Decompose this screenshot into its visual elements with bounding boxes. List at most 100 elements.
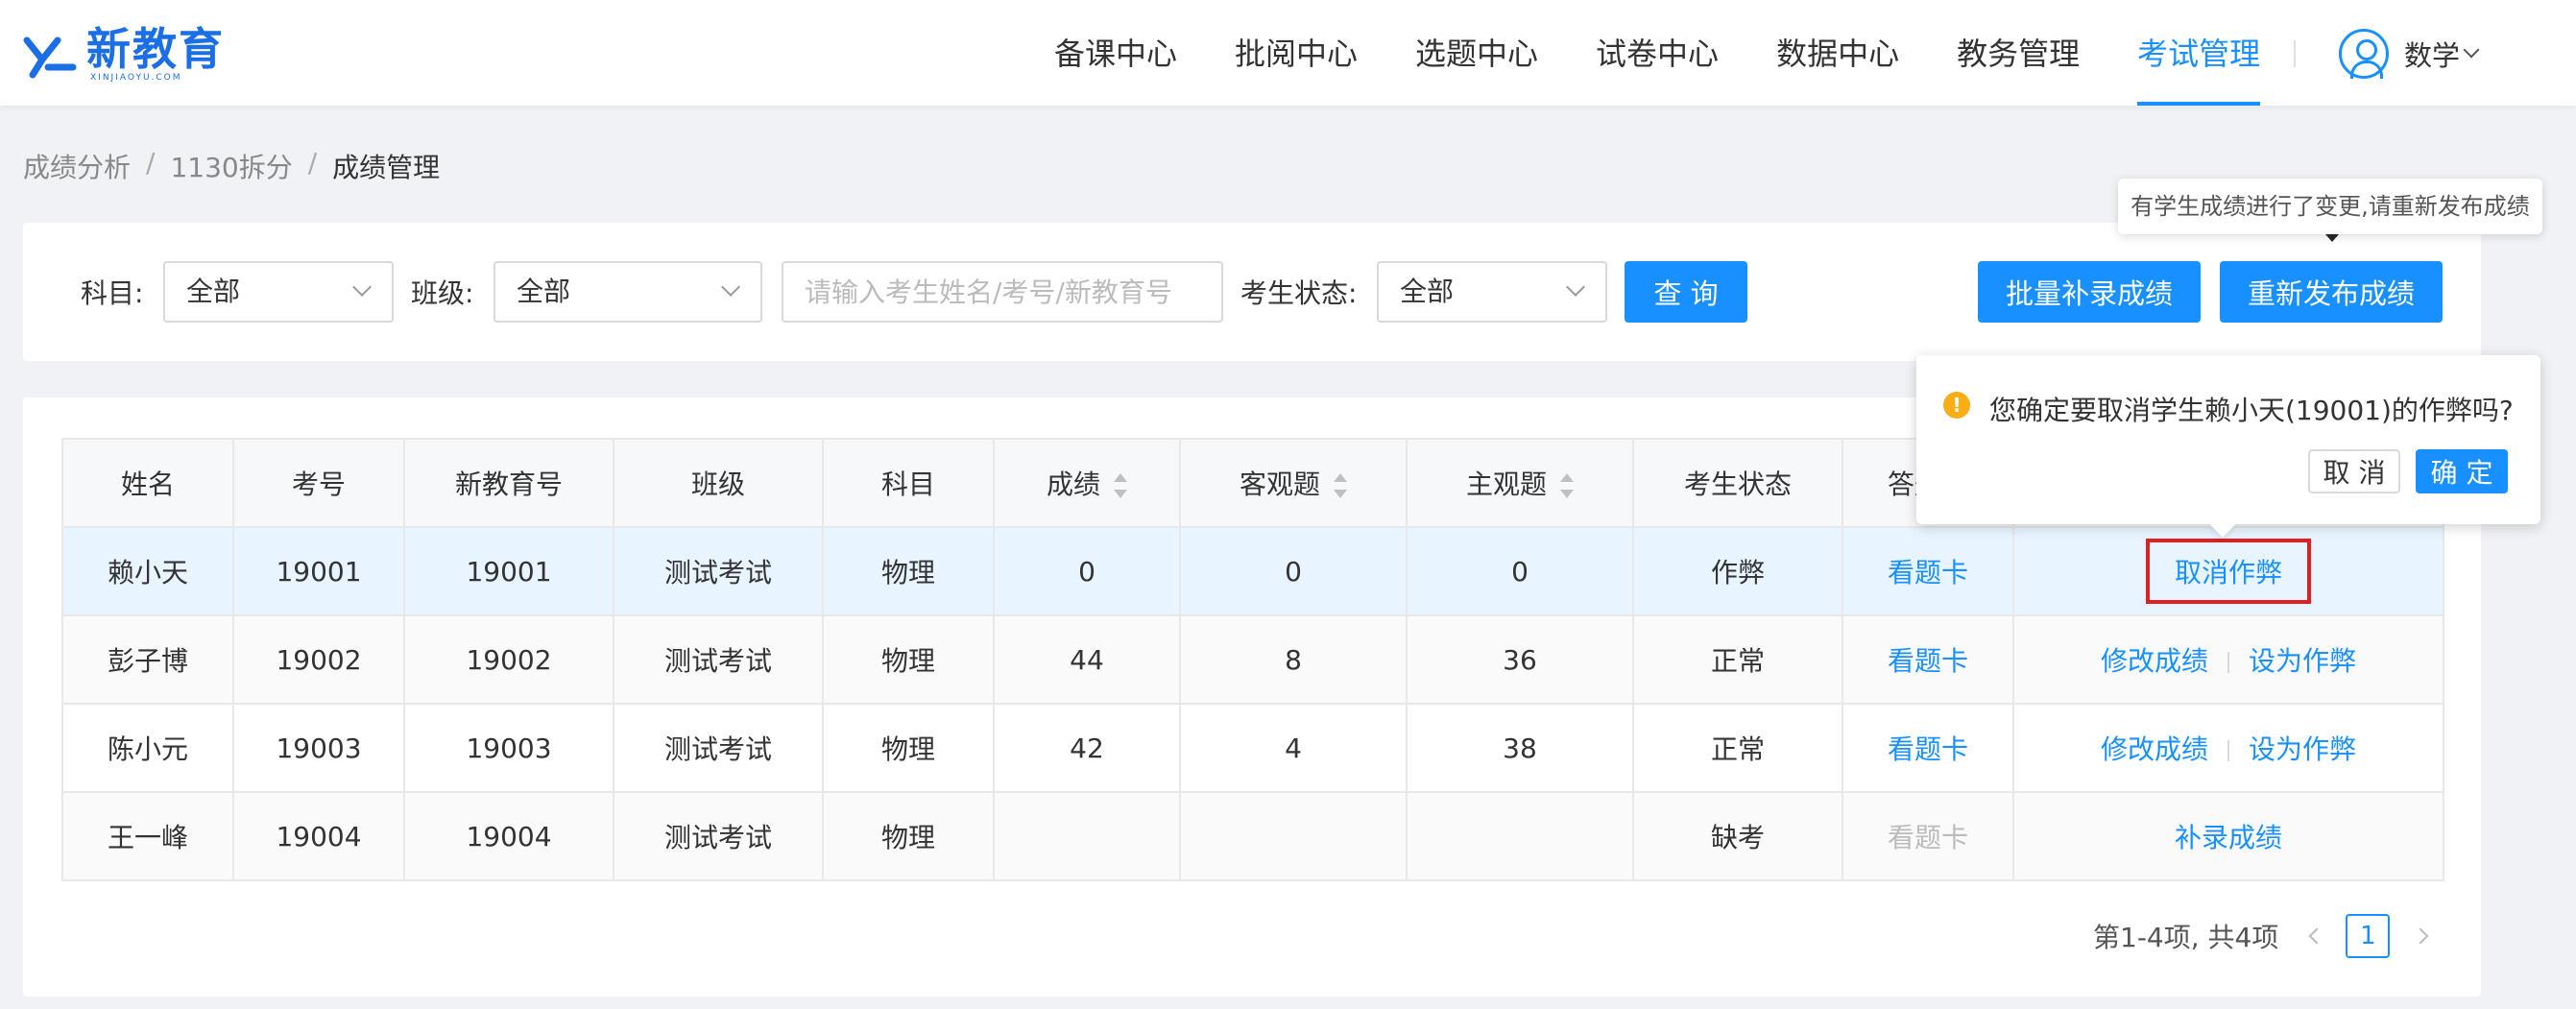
chevron-right-icon[interactable]	[2412, 927, 2429, 945]
confirm-message: 您确定要取消学生赖小天(19001)的作弊吗?	[1989, 395, 2514, 426]
status-select[interactable]: 全部	[1377, 261, 1607, 323]
cell-edu-no: 19002	[403, 614, 614, 705]
cell-exam-no: 19004	[232, 791, 405, 881]
chevron-left-icon[interactable]	[2308, 927, 2325, 945]
table-row: 彭子博 19002 19002 测试考试 物理 44 8 36 正常 看题卡 修…	[61, 614, 2444, 705]
view-answer-card-link[interactable]: 看题卡	[1888, 645, 1968, 677]
column-header-subjective[interactable]: 主观题	[1406, 438, 1634, 528]
column-header-subject: 科目	[822, 438, 995, 528]
page-number-button[interactable]: 1	[2346, 914, 2391, 958]
warning-icon: !	[1943, 392, 1970, 419]
class-select[interactable]: 全部	[494, 261, 762, 323]
table-row: 赖小天 19001 19001 测试考试 物理 0 0 0 作弊 看题卡 取消作…	[61, 526, 2444, 616]
cell-subject: 物理	[822, 614, 995, 705]
chevron-down-icon	[721, 277, 740, 297]
cell-class: 测试考试	[613, 703, 824, 793]
edit-score-link[interactable]: 修改成绩	[2101, 733, 2208, 765]
breadcrumb-item-score-analysis[interactable]: 成绩分析	[23, 147, 131, 185]
cell-class: 测试考试	[613, 526, 824, 616]
status-label: 考生状态:	[1240, 277, 1358, 309]
cell-actions: 补录成绩	[2012, 791, 2444, 881]
supplement-score-link[interactable]: 补录成绩	[2175, 822, 2282, 853]
column-header-score[interactable]: 成绩	[993, 438, 1181, 528]
cell-status: 正常	[1632, 614, 1843, 705]
view-answer-card-link[interactable]: 看题卡	[1888, 557, 1968, 589]
logo-subtitle: XINJIAOYU.COM	[90, 73, 182, 83]
action-divider	[2227, 652, 2229, 673]
class-label: 班级:	[411, 277, 474, 309]
main-nav: 备课中心 批阅中心 选题中心 试卷中心 数据中心 教务管理 考试管理	[1025, 0, 2289, 106]
cell-answer-card: 看题卡	[1842, 526, 2014, 616]
cell-score	[993, 791, 1181, 881]
column-header-objective-label: 客观题	[1239, 468, 1320, 500]
nav-item-question-select[interactable]: 选题中心	[1386, 0, 1567, 106]
confirm-popover: ! 您确定要取消学生赖小天(19001)的作弊吗? 取 消 确 定	[1916, 355, 2540, 524]
breadcrumb-item-current: 成绩管理	[332, 152, 441, 183]
cell-subject: 物理	[822, 703, 995, 793]
sort-icon[interactable]	[1114, 473, 1127, 498]
batch-supplement-button[interactable]: 批量补录成绩	[1978, 261, 2201, 323]
cell-subjective: 38	[1406, 703, 1634, 793]
cell-answer-card: 看题卡	[1842, 791, 2014, 881]
cell-subject: 物理	[822, 526, 995, 616]
chevron-down-icon	[352, 277, 372, 297]
nav-item-lesson-prep[interactable]: 备课中心	[1025, 0, 1206, 106]
mark-cheating-link[interactable]: 设为作弊	[2249, 733, 2356, 765]
nav-item-data[interactable]: 数据中心	[1747, 0, 1928, 106]
popover-cancel-button[interactable]: 取 消	[2308, 449, 2400, 493]
view-answer-card-link-disabled: 看题卡	[1887, 822, 1968, 853]
breadcrumb-item-exam[interactable]: 1130拆分	[170, 147, 292, 185]
view-answer-card-link[interactable]: 看题卡	[1888, 733, 1968, 765]
search-input[interactable]	[782, 261, 1223, 323]
user-menu[interactable]: 数学	[2339, 27, 2480, 81]
query-button[interactable]: 查 询	[1625, 261, 1747, 323]
chevron-down-icon	[1566, 277, 1585, 297]
logo[interactable]: 新教育 XINJIAOYU.COM	[23, 25, 225, 83]
nav-divider	[2294, 40, 2296, 67]
pagination: 第1-4项, 共4项 1	[2093, 912, 2429, 960]
breadcrumb-separator: /	[146, 147, 156, 179]
cancel-cheating-link[interactable]: 取消作弊	[2175, 557, 2282, 589]
cell-name: 陈小元	[61, 703, 234, 793]
cell-answer-card: 看题卡	[1842, 614, 2014, 705]
cell-edu-no: 19003	[403, 703, 614, 793]
class-select-value: 全部	[517, 276, 571, 307]
column-header-status: 考生状态	[1632, 438, 1843, 528]
nav-item-grading[interactable]: 批阅中心	[1206, 0, 1386, 106]
republish-tooltip: 有学生成绩进行了变更,请重新发布成绩	[2118, 179, 2542, 234]
cell-subjective: 0	[1406, 526, 1634, 616]
cell-exam-no: 19003	[232, 703, 405, 793]
mark-cheating-link[interactable]: 设为作弊	[2249, 645, 2356, 677]
logo-text: 新教育	[86, 23, 225, 75]
user-name: 数学	[2404, 39, 2461, 72]
cell-objective: 0	[1179, 526, 1408, 616]
cell-class: 测试考试	[613, 614, 824, 705]
cell-score: 44	[993, 614, 1181, 705]
top-header: 新教育 XINJIAOYU.COM 备课中心 批阅中心 选题中心 试卷中心 数据…	[0, 0, 2576, 106]
column-header-objective[interactable]: 客观题	[1179, 438, 1408, 528]
cell-name: 王一峰	[61, 791, 234, 881]
cell-status: 缺考	[1632, 791, 1843, 881]
cell-status: 正常	[1632, 703, 1843, 793]
cell-subjective: 36	[1406, 614, 1634, 705]
nav-item-papers[interactable]: 试卷中心	[1567, 0, 1747, 106]
popover-confirm-button[interactable]: 确 定	[2416, 449, 2508, 493]
subject-select[interactable]: 全部	[163, 261, 394, 323]
cell-status: 作弊	[1632, 526, 1843, 616]
action-divider	[2227, 740, 2229, 761]
cell-actions: 修改成绩 设为作弊	[2012, 614, 2444, 705]
subject-select-value: 全部	[186, 276, 241, 307]
republish-scores-button[interactable]: 重新发布成绩	[2220, 261, 2443, 323]
nav-item-academic-affairs[interactable]: 教务管理	[1928, 0, 2108, 106]
chevron-down-icon	[2463, 41, 2480, 59]
status-select-value: 全部	[1400, 276, 1455, 307]
edit-score-link[interactable]: 修改成绩	[2101, 645, 2208, 677]
sort-icon[interactable]	[1334, 473, 1347, 498]
cell-edu-no: 19001	[403, 526, 614, 616]
nav-item-exam-management[interactable]: 考试管理	[2108, 0, 2289, 106]
sort-icon[interactable]	[1560, 473, 1574, 498]
column-header-score-label: 成绩	[1046, 468, 1100, 500]
tooltip-arrow	[2325, 234, 2339, 242]
table-row: 王一峰 19004 19004 测试考试 物理 缺考 看题卡 补录成绩	[61, 791, 2444, 881]
cell-subjective	[1406, 791, 1634, 881]
